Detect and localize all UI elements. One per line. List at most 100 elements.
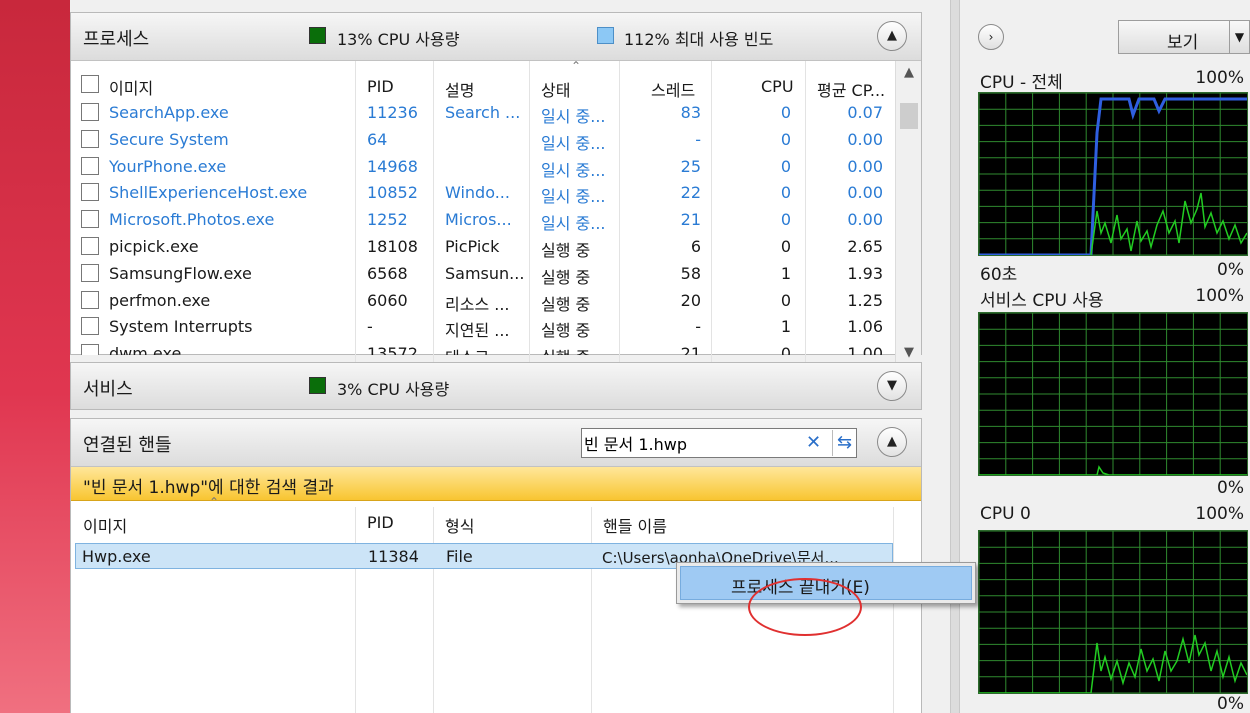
process-checkbox[interactable] — [81, 263, 99, 282]
cpu-total-graph — [978, 92, 1248, 257]
services-header[interactable]: 서비스 3% CPU 사용량 ▼ — [71, 363, 921, 409]
handles-sort-arrow-icon: ⌃ — [209, 495, 220, 509]
handles-column-pid[interactable]: PID — [367, 513, 394, 532]
process-status: 일시 중... — [541, 160, 606, 180]
process-threads: 6 — [690, 237, 701, 256]
graph-cpu-total-min: 0% — [1217, 260, 1244, 280]
scroll-down-icon[interactable]: ▼ — [896, 345, 922, 360]
process-avg: 0.00 — [847, 129, 883, 149]
view-dropdown-icon[interactable]: ▼ — [1229, 21, 1249, 53]
handles-column-name[interactable]: 핸들 이름 — [603, 513, 667, 537]
process-checkbox[interactable] — [81, 183, 99, 202]
graph-cpu-total-title: CPU - 전체 — [980, 73, 1063, 93]
process-image: Secure System — [109, 129, 229, 149]
services-title: 서비스 — [83, 379, 133, 400]
process-threads: - — [695, 317, 701, 337]
process-row[interactable]: dwm.exe 13572 데스크... 실행 중 21 0 1.00 — [71, 340, 897, 355]
process-checkbox[interactable] — [81, 290, 99, 309]
handle-search-input[interactable] — [584, 431, 804, 455]
process-threads: 21 — [680, 344, 701, 355]
column-separator — [433, 507, 434, 713]
scroll-thumb[interactable] — [900, 103, 918, 129]
cpu-legend-swatch — [309, 27, 326, 44]
process-desc: 데스크... — [445, 344, 527, 355]
process-checkbox[interactable] — [81, 103, 99, 121]
graph-service-cpu-max: 100% — [1195, 286, 1244, 306]
column-separator — [893, 507, 894, 713]
process-cpu: 1 — [780, 317, 791, 337]
process-checkbox[interactable] — [81, 344, 99, 355]
process-row[interactable]: ShellExperienceHost.exe 10852 Windo... 일시 중… — [71, 179, 897, 206]
scroll-up-icon[interactable]: ▲ — [896, 65, 922, 80]
handles-collapse-button[interactable]: ▲ — [877, 427, 907, 457]
handles-column-type[interactable]: 형식 — [445, 513, 474, 537]
search-refresh-icon[interactable]: ⇆ — [832, 430, 856, 456]
clear-search-icon[interactable]: ✕ — [806, 432, 821, 453]
process-checkbox[interactable] — [81, 317, 99, 336]
process-checkbox[interactable] — [81, 156, 99, 175]
graph-cpu0-max: 100% — [1195, 504, 1244, 524]
handles-header[interactable]: 연결된 핸들 ✕ ⇆ ▲ — [71, 419, 921, 467]
process-checkbox[interactable] — [81, 129, 99, 148]
process-list-scrollbar[interactable]: ▲ ▼ — [895, 61, 921, 366]
collapse-right-pane-icon[interactable]: › — [978, 24, 1004, 50]
process-cpu: 0 — [780, 183, 791, 203]
process-desc: Micros... — [445, 210, 512, 230]
process-cpu: 0 — [780, 290, 791, 310]
column-cpu[interactable]: CPU — [761, 77, 794, 96]
processes-collapse-button[interactable]: ▲ — [877, 21, 907, 51]
process-row[interactable]: perfmon.exe 6060 리소스 ... 실행 중 20 0 1.25 — [71, 287, 897, 314]
process-threads: 20 — [680, 290, 701, 310]
process-image: SamsungFlow.exe — [109, 263, 252, 283]
max-frequency-legend: 112% 최대 사용 빈도 — [624, 30, 774, 49]
process-row[interactable]: SamsungFlow.exe 6568 Samsun... 실행 중 58 1 1.93 — [71, 260, 897, 287]
services-panel: 서비스 3% CPU 사용량 ▼ — [70, 362, 922, 410]
process-row[interactable]: Microsoft.Photos.exe 1252 Micros... 일시 중...… — [71, 206, 897, 233]
handles-column-image[interactable]: 이미지 — [83, 513, 127, 537]
process-image: perfmon.exe — [109, 290, 211, 310]
process-image: picpick.exe — [109, 237, 199, 256]
process-pid: 64 — [367, 129, 388, 149]
search-result-banner: "빈 문서 1.hwp"에 대한 검색 결과 — [71, 467, 921, 501]
column-image[interactable]: 이미지 — [109, 75, 153, 99]
process-row[interactable]: System Interrupts - 지연된 ... 실행 중 - 1 1.06 — [71, 313, 897, 340]
services-expand-button[interactable]: ▼ — [877, 371, 907, 401]
handle-row-type: File — [446, 547, 473, 566]
process-checkbox[interactable] — [81, 237, 99, 255]
process-image: System Interrupts — [109, 317, 253, 337]
process-status: 일시 중... — [541, 107, 606, 126]
process-avg: 0.00 — [847, 156, 883, 176]
right-pane-toolbar: › 보기 ▼ — [960, 12, 1250, 64]
process-pid: 14968 — [367, 156, 418, 176]
process-avg: 0.00 — [847, 183, 883, 203]
right-pane: › 보기 ▼ CPU - 전체 100% 60초 0% 서비스 CPU 사용 1… — [960, 0, 1250, 713]
process-pid: - — [367, 317, 373, 337]
process-threads: - — [695, 129, 701, 149]
process-avg: 1.25 — [847, 290, 883, 310]
select-all-checkbox[interactable] — [81, 75, 99, 93]
processes-title: 프로세스 — [83, 29, 150, 50]
process-row[interactable]: Secure System 64 일시 중... - 0 0.00 — [71, 126, 897, 153]
process-pid: 1252 — [367, 210, 408, 230]
process-desc: 지연된 ... — [445, 321, 510, 341]
process-avg: 1.00 — [847, 344, 883, 355]
column-pid[interactable]: PID — [367, 77, 394, 96]
process-pid: 18108 — [367, 237, 418, 256]
process-status: 실행 중 — [541, 294, 591, 314]
handle-row-image: Hwp.exe — [82, 547, 151, 566]
sort-arrow-icon: ⌃ — [571, 59, 582, 73]
process-image: Microsoft.Photos.exe — [109, 210, 275, 230]
process-checkbox[interactable] — [81, 210, 99, 229]
processes-header[interactable]: 프로세스 13% CPU 사용량 112% 최대 사용 빈도 ▲ — [71, 13, 921, 61]
process-row[interactable]: YourPhone.exe 14968 일시 중... 25 0 0.00 — [71, 153, 897, 180]
handle-search-box[interactable]: ✕ ⇆ — [581, 428, 857, 458]
process-cpu: 1 — [780, 263, 791, 283]
process-row[interactable]: picpick.exe 18108 PicPick 실행 중 6 0 2.65 — [71, 233, 897, 260]
process-row[interactable]: SearchApp.exe 11236 Search ... 일시 중... 83 0 0.… — [71, 99, 897, 126]
pane-splitter[interactable] — [950, 0, 960, 713]
view-button[interactable]: 보기 ▼ — [1118, 20, 1250, 54]
frequency-legend-swatch — [597, 27, 614, 44]
process-avg: 1.93 — [847, 263, 883, 283]
process-image: ShellExperienceHost.exe — [109, 183, 308, 203]
process-avg: 0.07 — [847, 103, 883, 122]
